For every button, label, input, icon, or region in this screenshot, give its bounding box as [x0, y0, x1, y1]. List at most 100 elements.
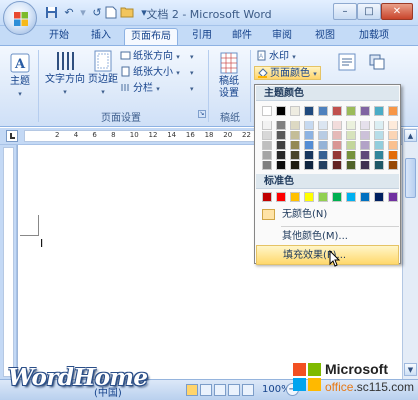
standard-color-swatch[interactable] [290, 192, 300, 202]
theme-shade-swatch[interactable] [290, 161, 300, 170]
theme-shade-swatch[interactable] [374, 161, 384, 170]
theme-shade-swatch[interactable] [388, 141, 398, 150]
theme-shade-swatch[interactable] [262, 151, 272, 160]
theme-shade-swatch[interactable] [332, 141, 342, 150]
outline-view-button[interactable] [228, 384, 240, 396]
standard-color-swatch[interactable] [360, 192, 370, 202]
size-button[interactable]: 纸张大小 ▾ [120, 66, 180, 80]
theme-shade-swatch[interactable] [318, 161, 328, 170]
theme-shade-swatch[interactable] [304, 131, 314, 140]
theme-shade-swatch[interactable] [262, 141, 272, 150]
theme-shade-swatch[interactable] [304, 151, 314, 160]
theme-shade-swatch[interactable] [374, 121, 384, 130]
theme-shade-swatch[interactable] [290, 151, 300, 160]
theme-shade-swatch[interactable] [388, 131, 398, 140]
standard-color-swatch[interactable] [318, 192, 328, 202]
fill-effects-item[interactable]: 填充效果(F)... [256, 245, 399, 265]
theme-shade-swatch[interactable] [388, 161, 398, 170]
scroll-up-button[interactable]: ▲ [404, 129, 417, 142]
theme-shade-swatch[interactable] [374, 151, 384, 160]
theme-shade-swatch[interactable] [346, 161, 356, 170]
tab-insert[interactable]: 插入 [82, 28, 120, 46]
theme-shade-swatch[interactable] [346, 131, 356, 140]
theme-shade-swatch[interactable] [262, 131, 272, 140]
orientation-button[interactable]: 纸张方向 ▾ [120, 50, 180, 64]
web-layout-view-button[interactable] [214, 384, 226, 396]
theme-color-swatch[interactable] [318, 106, 328, 116]
theme-shade-swatch[interactable] [388, 121, 398, 130]
theme-color-swatch[interactable] [346, 106, 356, 116]
hyphenation-icon[interactable]: ▾ [190, 82, 194, 96]
page-setup-launcher[interactable]: ↘ [198, 110, 206, 118]
theme-shade-swatch[interactable] [360, 121, 370, 130]
theme-shade-swatch[interactable] [276, 141, 286, 150]
line-numbers-icon[interactable]: ▾ [190, 66, 194, 80]
tab-home[interactable]: 开始 [40, 28, 78, 46]
theme-color-swatch[interactable] [360, 106, 370, 116]
theme-shade-swatch[interactable] [304, 121, 314, 130]
theme-color-swatch[interactable] [332, 106, 342, 116]
tab-view[interactable]: 视图 [306, 28, 344, 46]
close-button[interactable]: ✕ [381, 3, 413, 20]
theme-color-swatch[interactable] [262, 106, 272, 116]
text-direction-button[interactable]: 文字方向 ▾ [42, 50, 88, 98]
theme-shade-swatch[interactable] [290, 141, 300, 150]
theme-shade-swatch[interactable] [360, 131, 370, 140]
scroll-down-button[interactable]: ▼ [404, 363, 417, 376]
theme-color-swatch[interactable] [374, 106, 384, 116]
theme-shade-swatch[interactable] [318, 131, 328, 140]
tab-addins[interactable]: 加载项 [350, 28, 398, 46]
tab-review[interactable]: 审阅 [264, 28, 300, 46]
theme-shade-swatch[interactable] [276, 131, 286, 140]
theme-shade-swatch[interactable] [346, 141, 356, 150]
paragraph-icon[interactable] [334, 52, 360, 74]
theme-shade-swatch[interactable] [346, 121, 356, 130]
theme-shade-swatch[interactable] [374, 141, 384, 150]
theme-shade-swatch[interactable] [276, 151, 286, 160]
theme-shade-swatch[interactable] [304, 161, 314, 170]
no-color-item[interactable]: 无颜色(N) [256, 205, 399, 225]
theme-shade-swatch[interactable] [332, 161, 342, 170]
theme-color-swatch[interactable] [388, 106, 398, 116]
breaks-icon[interactable]: ▾ [190, 50, 194, 64]
draft-view-button[interactable] [242, 384, 254, 396]
more-colors-item[interactable]: 其他颜色(M)... [256, 227, 399, 247]
theme-shade-swatch[interactable] [318, 151, 328, 160]
theme-shade-swatch[interactable] [360, 161, 370, 170]
theme-shade-swatch[interactable] [304, 141, 314, 150]
standard-color-swatch[interactable] [276, 192, 286, 202]
theme-shade-swatch[interactable] [374, 131, 384, 140]
scroll-thumb[interactable] [405, 158, 416, 198]
themes-button[interactable]: A 主题 ▾ [6, 52, 34, 100]
theme-shade-swatch[interactable] [276, 121, 286, 130]
columns-button[interactable]: 分栏 ▾ [120, 82, 160, 96]
standard-color-swatch[interactable] [304, 192, 314, 202]
print-layout-view-button[interactable] [186, 384, 198, 396]
theme-shade-swatch[interactable] [318, 121, 328, 130]
theme-shade-swatch[interactable] [290, 131, 300, 140]
office-button[interactable] [3, 1, 37, 35]
theme-color-swatch[interactable] [304, 106, 314, 116]
draft-paper-button[interactable]: 稿纸 设置 [214, 52, 244, 100]
theme-shade-swatch[interactable] [262, 121, 272, 130]
standard-color-swatch[interactable] [332, 192, 342, 202]
theme-shade-swatch[interactable] [332, 131, 342, 140]
page-color-button[interactable]: 页面颜色 ▾ [254, 66, 321, 80]
theme-shade-swatch[interactable] [388, 151, 398, 160]
maximize-button[interactable]: □ [357, 3, 381, 20]
theme-shade-swatch[interactable] [332, 151, 342, 160]
tab-mailings[interactable]: 邮件 [224, 28, 260, 46]
vertical-scrollbar[interactable]: ▲ ▼ [402, 128, 418, 379]
theme-shade-swatch[interactable] [290, 121, 300, 130]
tab-selector[interactable] [6, 130, 18, 142]
theme-shade-swatch[interactable] [332, 121, 342, 130]
standard-color-swatch[interactable] [388, 192, 398, 202]
margins-button[interactable]: 页边距 ▾ [88, 50, 118, 98]
standard-color-swatch[interactable] [374, 192, 384, 202]
theme-color-swatch[interactable] [276, 106, 286, 116]
theme-shade-swatch[interactable] [346, 151, 356, 160]
tab-references[interactable]: 引用 [184, 28, 220, 46]
theme-shade-swatch[interactable] [360, 141, 370, 150]
minimize-button[interactable]: – [333, 3, 357, 20]
theme-shade-swatch[interactable] [318, 141, 328, 150]
